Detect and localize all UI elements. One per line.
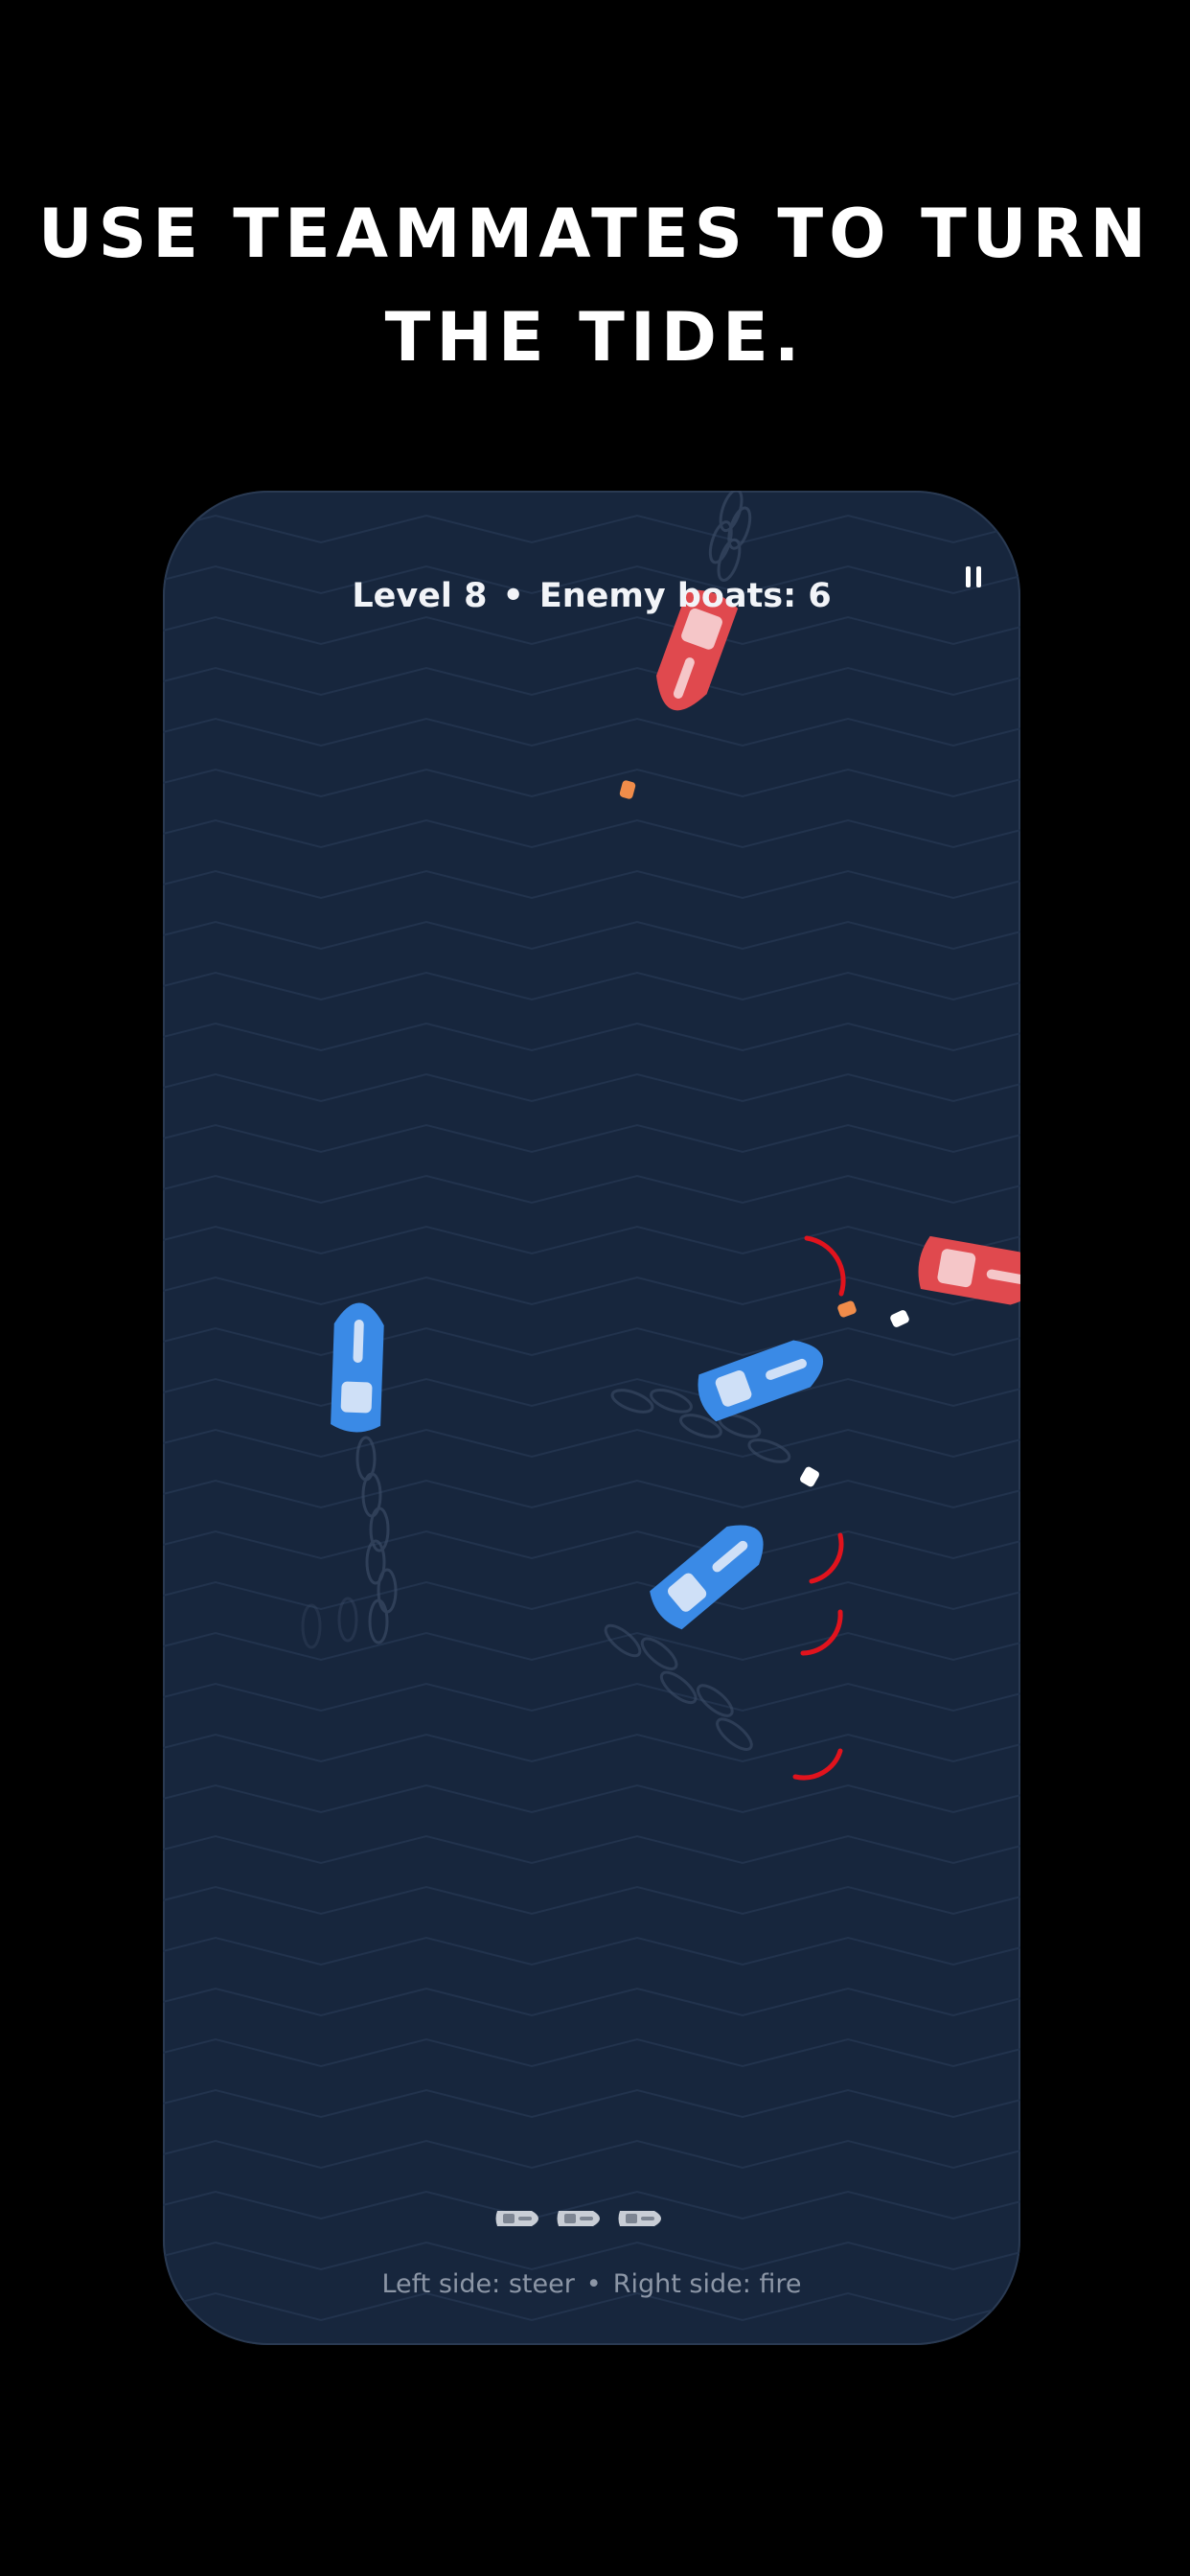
wave-line xyxy=(163,1276,1020,1306)
wave-line xyxy=(163,615,1020,646)
wave-line xyxy=(163,869,1020,900)
life-boat-icon xyxy=(495,2211,538,2226)
wave-line xyxy=(163,1885,1020,1916)
player-boat-lower xyxy=(650,1525,764,1630)
headline-line-2: THE TIDE. xyxy=(384,298,806,377)
game-scene[interactable] xyxy=(163,491,1020,2345)
wave-line xyxy=(163,1834,1020,1865)
lives-indicator xyxy=(493,2206,675,2235)
wave-line xyxy=(163,1783,1020,1814)
player-boat-lower-wake xyxy=(599,1619,758,1757)
wave-line xyxy=(163,1733,1020,1763)
wave-line xyxy=(163,2088,1020,2119)
pause-button[interactable] xyxy=(954,558,993,596)
wave-line xyxy=(163,1072,1020,1103)
life-boat-icon xyxy=(618,2211,661,2226)
player-shot-2 xyxy=(800,1466,819,1487)
pause-icon xyxy=(966,566,981,587)
wave-line xyxy=(163,818,1020,849)
wave-line xyxy=(163,1631,1020,1662)
wave-line xyxy=(163,2241,1020,2271)
wave-line xyxy=(163,2037,1020,2068)
wave-line xyxy=(163,1530,1020,1560)
level-label: Level 8 xyxy=(352,577,488,615)
wave-line xyxy=(163,666,1020,697)
headline-line-1: USE TEAMMATES TO TURN xyxy=(37,195,1153,273)
enemy-shot-2 xyxy=(837,1300,857,1318)
enemy-shot-1 xyxy=(619,780,636,799)
enemy-boat-top-wake xyxy=(704,491,756,585)
hud: Level 8 • Enemy boats: 6 xyxy=(163,577,1020,615)
hud-separator: • xyxy=(502,577,524,615)
wave-line xyxy=(163,1936,1020,1966)
sonar-arcs xyxy=(792,1235,846,1781)
wave-line xyxy=(163,1377,1020,1408)
wave-line xyxy=(163,1123,1020,1154)
wave-line xyxy=(163,1326,1020,1357)
player-boat-middle xyxy=(698,1340,824,1422)
game-screen[interactable]: Level 8 • Enemy boats: 6 Left side: steer •… xyxy=(163,491,1020,2345)
hint-left: Left side: steer xyxy=(381,2269,575,2299)
hint-separator: • xyxy=(585,2269,602,2299)
wave-line xyxy=(163,1174,1020,1205)
wave-line xyxy=(163,1580,1020,1611)
wave-line xyxy=(163,2139,1020,2170)
wave-line xyxy=(163,1428,1020,1459)
controls-hint: Left side: steer • Right side: fire xyxy=(163,2269,1020,2299)
wave-line xyxy=(163,920,1020,951)
wave-line xyxy=(163,1682,1020,1713)
enemy-count-label: Enemy boats: 6 xyxy=(538,577,832,615)
wave-line xyxy=(163,768,1020,798)
wave-line xyxy=(163,1022,1020,1052)
water-waves xyxy=(163,514,1020,2322)
promo-headline: USE TEAMMATES TO TURN THE TIDE. xyxy=(0,182,1190,389)
wave-line xyxy=(163,1987,1020,2017)
wave-line xyxy=(163,1479,1020,1509)
wave-line xyxy=(163,717,1020,748)
hint-right: Right side: fire xyxy=(612,2269,802,2299)
wave-line xyxy=(163,514,1020,544)
wave-line xyxy=(163,971,1020,1001)
life-boat-icon xyxy=(557,2211,600,2226)
player-boat-left xyxy=(331,1302,384,1433)
player-shot-1 xyxy=(890,1310,909,1327)
wave-line xyxy=(163,1225,1020,1255)
